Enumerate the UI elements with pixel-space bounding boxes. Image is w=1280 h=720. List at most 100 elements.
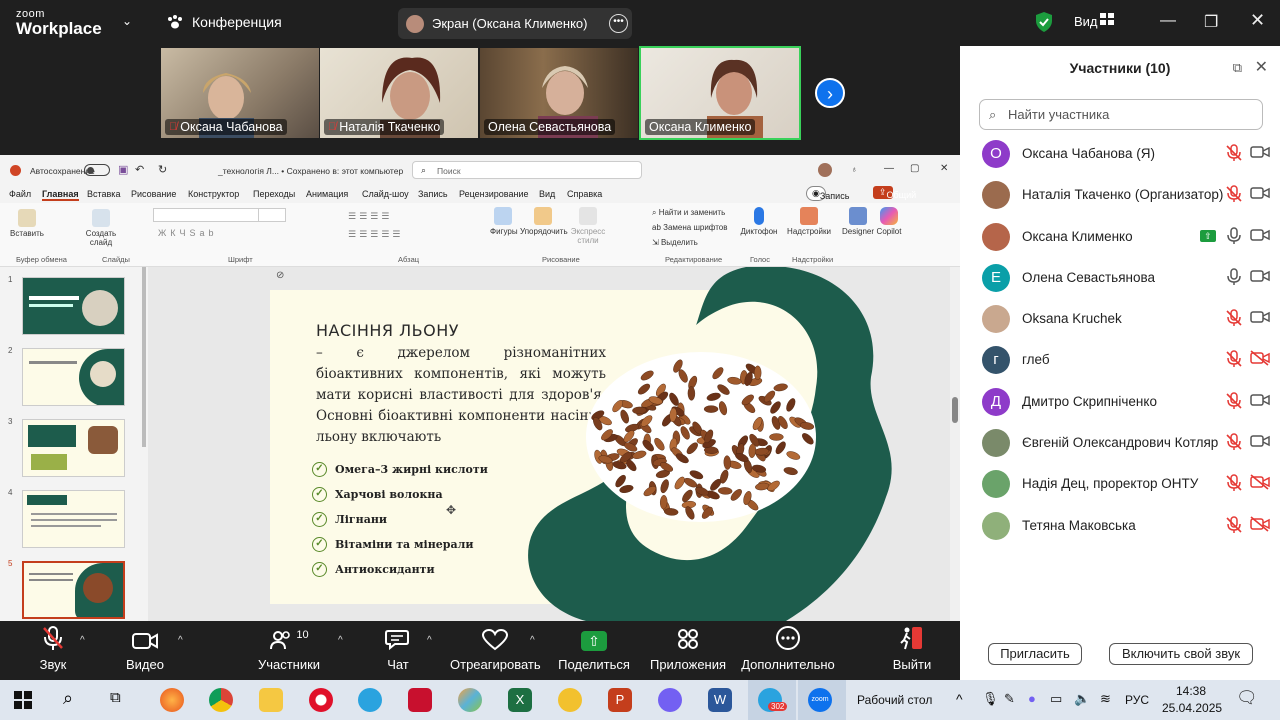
menu-transitions[interactable]: Переходы [253,189,295,199]
menu-record[interactable]: Запись [418,189,448,199]
camera-icon[interactable] [1250,185,1270,206]
share-screen-button[interactable]: ⇧ Поделиться [558,621,630,680]
camera-icon[interactable] [1250,392,1270,413]
desktop-label[interactable]: Рабочий стол [857,693,932,707]
designer-button[interactable]: Designer [840,207,876,236]
mic-icon[interactable] [1226,268,1242,291]
audio-options-caret[interactable]: ^ [80,635,85,646]
camera-off-icon[interactable] [1250,350,1270,371]
firefox-icon[interactable] [160,688,184,712]
share-button[interactable]: ⇪ Общий доступ [873,186,916,210]
mic-muted-icon[interactable] [1226,185,1242,208]
redo-icon[interactable]: ↻ [158,163,167,176]
slide-thumbnail[interactable] [22,419,125,477]
thumbnails-scrollbar[interactable] [142,267,146,447]
chat-options-caret[interactable]: ^ [427,635,432,646]
participants-options-caret[interactable]: ^ [338,635,343,646]
participant-row[interactable]: Oksana Kruchek [960,298,1280,339]
save-icon[interactable]: ▣ [118,163,128,176]
participant-row[interactable]: О Оксана Чабанова (Я) [960,133,1280,174]
search-box[interactable]: ⌕ Поиск [412,161,642,179]
unmute-self-button[interactable]: Включить свой звук [1109,643,1253,665]
video-tile[interactable]: Олена Севастьянова [480,48,638,138]
video-options-caret[interactable]: ^ [178,635,183,646]
search-icon[interactable]: ⌕ [63,688,73,709]
participant-row[interactable]: Е Олена Севастьянова [960,257,1280,298]
font-format-icons[interactable]: ЖКЧSab [158,228,218,238]
minimize-icon[interactable]: — [1160,12,1176,30]
bullet-item[interactable]: ✓ Омега–3 жирні кислоти [312,457,488,482]
popout-icon[interactable]: ⧉ [1233,60,1242,76]
excel-icon[interactable]: X [508,688,532,712]
audio-button[interactable]: Звук [28,621,78,680]
menu-view[interactable]: Вид [539,189,555,199]
apps-button[interactable]: Приложения [648,621,728,680]
autosave-toggle[interactable] [84,164,110,176]
shield-icon[interactable] [1034,11,1054,33]
accessibility-icon[interactable]: ⊘ [276,270,284,281]
user-avatar[interactable] [818,163,832,177]
viber-tray-icon[interactable]: ● [1028,691,1036,706]
slide-thumbnail[interactable] [22,348,125,406]
video-button[interactable]: Видео [120,621,170,680]
undo-icon[interactable]: ↶ [135,163,144,176]
menu-file[interactable]: Файл [9,189,31,199]
camera-icon[interactable] [1250,433,1270,454]
zoom-icon[interactable]: zoom [808,688,832,712]
clock-time[interactable]: 14:38 [1176,684,1206,698]
list-icons[interactable]: ☰☰☰☰ [348,211,392,222]
telegram-icon[interactable] [358,688,382,712]
windows-start-icon[interactable] [14,691,32,709]
camera-icon[interactable] [1250,309,1270,330]
next-page-button[interactable]: › [815,78,845,108]
copilot-button[interactable]: Copilot [874,207,904,236]
participant-row[interactable]: Оксана Клименко ⇧ [960,216,1280,257]
battery-icon[interactable]: ▭ [1050,691,1062,707]
participants-button[interactable]: 10 Участники [256,621,322,680]
close-icon[interactable]: ✕ [1255,57,1268,77]
chevron-up-icon[interactable]: ^ [956,691,963,707]
viber-icon[interactable] [658,688,682,712]
participant-search-input[interactable]: ⌕ Найти участника [979,99,1263,130]
language-indicator[interactable]: РУС [1125,693,1149,707]
mic-muted-icon[interactable] [1226,309,1242,332]
menu-home[interactable]: Главная [42,189,79,201]
shapes-button[interactable]: Фигуры [490,207,518,236]
file-explorer-icon[interactable] [259,688,283,712]
menu-design[interactable]: Конструктор [188,189,239,199]
replace-fonts-button[interactable]: ab Замена шрифтов [652,223,727,232]
bullet-item[interactable]: ✓ Антиоксиданти [312,557,488,582]
express-styles-button[interactable]: Экспресс стили [570,207,606,245]
notifications-icon[interactable]: 🗨 [1236,688,1258,708]
mic-muted-icon[interactable] [1226,433,1242,456]
video-tile[interactable]: 🎙̸ Наталія Ткаченко [320,48,478,138]
menu-review[interactable]: Рецензирование [459,189,529,199]
slide-thumbnail[interactable] [22,490,125,548]
conference-menu[interactable]: Конференция [166,14,282,30]
react-options-caret[interactable]: ^ [530,635,535,646]
more-button[interactable]: Дополнительно [740,621,836,680]
participant-row[interactable]: Євгеній Олександрович Котляр [960,422,1280,463]
mic-muted-icon[interactable] [1226,144,1242,167]
microphone-icon[interactable]: 🎙 [982,691,999,707]
close-icon[interactable]: ✕ [1250,10,1265,31]
camera-icon[interactable] [1250,268,1270,289]
participant-row[interactable]: Д Дмитро Скрипніченко [960,381,1280,422]
word-icon[interactable]: W [708,688,732,712]
screen-share-indicator[interactable]: Экран (Оксана Клименко) ••• [398,8,632,39]
mic-muted-icon[interactable] [1226,350,1242,373]
powerpoint-icon[interactable]: P [608,688,632,712]
paint-icon[interactable] [458,688,482,712]
new-slide-button[interactable]: Создать слайд [84,209,118,247]
font-size-select[interactable] [258,208,286,222]
find-replace-button[interactable]: ⌕ Найти и заменить [652,208,725,218]
participant-row[interactable]: г глеб [960,339,1280,380]
paste-button[interactable]: Вставить [10,209,44,238]
pen-icon[interactable]: ✎ [1004,691,1015,707]
align-icons[interactable]: ☰☰☰☰☰ [348,229,403,240]
camera-icon[interactable] [1250,144,1270,165]
dictate-button[interactable]: Диктофон [740,207,778,236]
menu-insert[interactable]: Вставка [87,189,120,199]
lightbulb-icon[interactable]: ♁ [851,164,857,174]
grid-view-icon[interactable] [1100,13,1114,26]
